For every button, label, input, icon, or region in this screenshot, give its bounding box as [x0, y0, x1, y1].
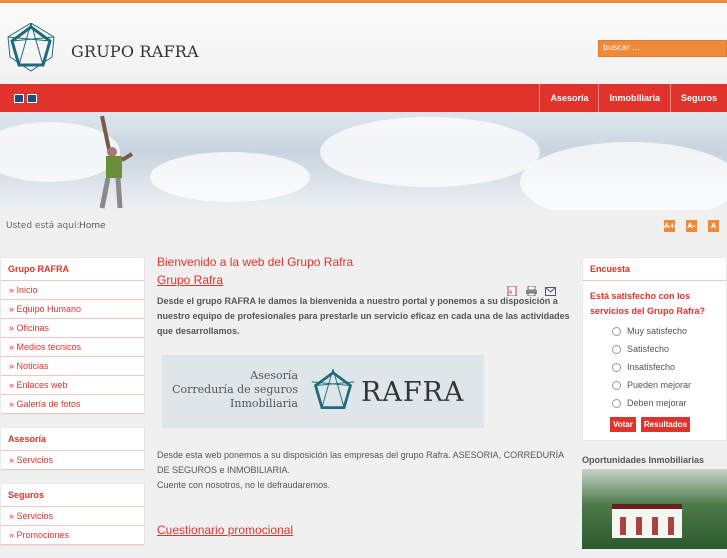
- rafra-logo-icon[interactable]: [6, 23, 56, 73]
- menu-item-asesoria-servicios[interactable]: Servicios: [1, 451, 144, 470]
- house-image: [612, 504, 682, 538]
- nav-asesoria[interactable]: Asesoría: [539, 84, 598, 112]
- poll-option-label: Insatisfecho: [627, 362, 676, 372]
- poll-box: Encuesta Está satisfecho con los servici…: [582, 257, 727, 441]
- email-icon[interactable]: [545, 281, 556, 296]
- menu-item-inicio[interactable]: Inicio: [1, 281, 144, 300]
- results-button[interactable]: Resultados: [640, 417, 690, 432]
- breadcrumb-home[interactable]: Home: [79, 221, 106, 231]
- radio-icon[interactable]: [612, 380, 621, 390]
- poll-option-label: Deben mejorar: [627, 398, 687, 408]
- radio-icon[interactable]: [612, 326, 621, 336]
- print-icon[interactable]: [526, 281, 537, 297]
- menu-item-noticias[interactable]: Noticias: [1, 357, 144, 376]
- body-text-2: Cuente con nosotros, no le defraudaremos…: [157, 480, 331, 490]
- poll-option[interactable]: Satisfecho: [583, 340, 726, 358]
- menu-seguros: Seguros Servicios Promociones: [0, 483, 145, 546]
- site-brand[interactable]: GRUPO RAFRA: [71, 42, 199, 61]
- intro-text: Desde el grupo RAFRA le damos la bienven…: [157, 296, 570, 336]
- menu-item-promociones[interactable]: Promociones: [1, 526, 144, 545]
- poll-buttons: Votar Resultados: [583, 412, 726, 432]
- poll-option[interactable]: Deben mejorar: [583, 394, 726, 412]
- main-content: Bienvenido a la web del Grupo Rafra Grup…: [157, 255, 575, 537]
- poll-title: Encuesta: [583, 258, 726, 281]
- article-actions: A: [507, 281, 556, 297]
- menu-item-medios[interactable]: Medios técnicos: [1, 338, 144, 357]
- banner-line-seguros: Correduría de seguros: [172, 383, 298, 396]
- breadcrumb: Usted está aquí: Home A+ A- A: [0, 210, 727, 244]
- banner-line-inmobiliaria: Inmobiliaria: [230, 397, 298, 410]
- poll-option[interactable]: Pueden mejorar: [583, 376, 726, 394]
- next-article-title[interactable]: Cuestionario promocional: [157, 523, 575, 537]
- breadcrumb-label: Usted está aquí:: [6, 221, 80, 231]
- menu-grupo-title: Grupo RAFRA: [1, 258, 144, 281]
- search-input[interactable]: buscar ...: [598, 40, 727, 57]
- font-reset-button[interactable]: A: [708, 220, 719, 232]
- font-decrease-button[interactable]: A-: [686, 220, 697, 232]
- menu-seguros-title: Seguros: [1, 484, 144, 507]
- right-sidebar: Encuesta Está satisfecho con los servici…: [582, 257, 727, 549]
- nav-inmobiliaria[interactable]: Inmobiliaria: [598, 84, 670, 112]
- opportunities-title: Oportunidades Inmobiliarias: [582, 455, 705, 465]
- shrink-icon[interactable]: [27, 94, 37, 103]
- poll-option[interactable]: Muy satisfecho: [583, 322, 726, 340]
- font-increase-button[interactable]: A+: [664, 220, 675, 232]
- menu-item-equipo[interactable]: Equipo Humano: [1, 300, 144, 319]
- nav-seguros[interactable]: Seguros: [669, 84, 727, 112]
- menu-grupo: Grupo RAFRA Inicio Equipo Humano Oficina…: [0, 257, 145, 415]
- vote-button[interactable]: Votar: [610, 417, 636, 432]
- radio-icon[interactable]: [612, 362, 621, 372]
- menu-asesoria-title: Asesoría: [1, 428, 144, 451]
- menu-asesoria: Asesoría Servicios: [0, 427, 145, 471]
- banner-line-asesoria: Asesoría: [250, 369, 298, 382]
- poll-option-label: Muy satisfecho: [627, 326, 688, 336]
- pdf-icon[interactable]: A: [507, 281, 517, 297]
- poll-question: Está satisfecho con los servicios del Gr…: [590, 291, 706, 316]
- menu-item-galeria[interactable]: Galería de fotos: [1, 395, 144, 414]
- svg-text:A: A: [509, 290, 513, 296]
- left-sidebar: Grupo RAFRA Inicio Equipo Humano Oficina…: [0, 257, 145, 558]
- banner-logo-icon: [311, 369, 355, 410]
- climber-figure-icon: [99, 115, 134, 209]
- menu-item-seguros-servicios[interactable]: Servicios: [1, 507, 144, 526]
- nav-icon-group: [14, 94, 37, 103]
- rafra-banner: Asesoría Correduría de seguros Inmobilia…: [162, 355, 484, 428]
- poll-option-label: Satisfecho: [627, 344, 670, 354]
- property-photo[interactable]: [582, 469, 727, 549]
- menu-item-oficinas[interactable]: Oficinas: [1, 319, 144, 338]
- banner-brand: RAFRA: [361, 377, 465, 408]
- body-text-1: Desde esta web ponemos a su disposición …: [157, 450, 564, 475]
- poll-option[interactable]: Insatisfecho: [583, 358, 726, 376]
- site-header: GRUPO RAFRA buscar ...: [0, 3, 727, 75]
- menu-item-enlaces[interactable]: Enlaces web: [1, 376, 144, 395]
- radio-icon[interactable]: [612, 398, 621, 408]
- nav-links: Asesoría Inmobiliaria Seguros: [539, 84, 727, 112]
- hero-banner: [0, 112, 727, 210]
- fullscreen-icon[interactable]: [14, 94, 24, 103]
- page-title: Bienvenido a la web del Grupo Rafra: [157, 255, 354, 269]
- poll-option-label: Pueden mejorar: [627, 380, 692, 390]
- main-navbar: Asesoría Inmobiliaria Seguros: [0, 84, 727, 112]
- radio-icon[interactable]: [612, 344, 621, 354]
